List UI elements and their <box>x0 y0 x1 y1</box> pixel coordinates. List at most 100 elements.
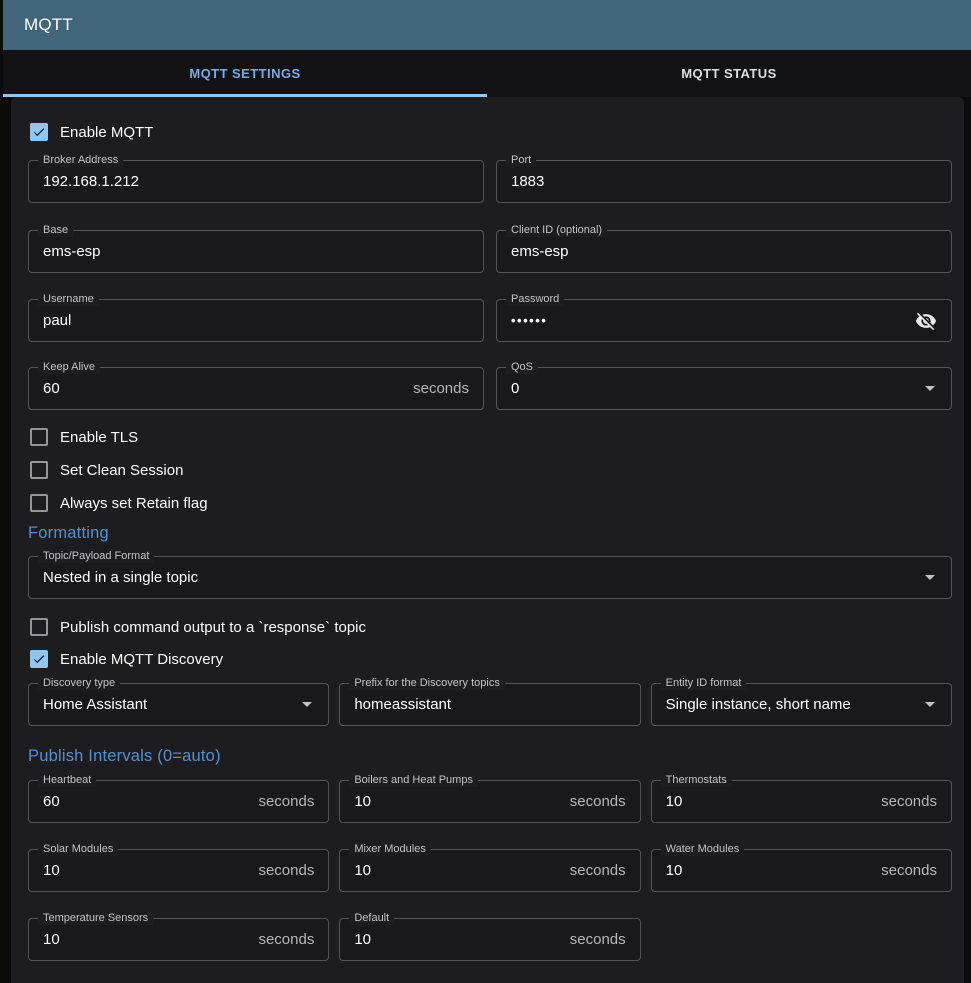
thermostats-field: Thermostats seconds <box>651 780 952 823</box>
retain-flag-label: Always set Retain flag <box>60 495 208 512</box>
tab-mqtt-status[interactable]: MQTT STATUS <box>487 50 971 97</box>
page-title: MQTT <box>24 15 73 35</box>
temperature-sensors-label: Temperature Sensors <box>38 912 153 925</box>
discovery-type-label: Discovery type <box>38 677 120 690</box>
tab-bar: MQTT SETTINGS MQTT STATUS <box>3 50 971 97</box>
mixer-modules-input[interactable] <box>354 862 559 879</box>
enable-mqtt-checkbox-row[interactable]: Enable MQTT <box>28 120 952 144</box>
default-interval-input[interactable] <box>354 931 559 948</box>
temperature-sensors-unit: seconds <box>258 931 314 948</box>
topic-format-select[interactable]: Topic/Payload Format Nested in a single … <box>28 556 952 599</box>
active-tab-indicator <box>3 94 487 97</box>
check-icon <box>32 124 46 140</box>
default-interval-label: Default <box>349 912 394 925</box>
enable-mqtt-label: Enable MQTT <box>60 124 153 141</box>
temperature-sensors-input[interactable] <box>43 931 248 948</box>
solar-modules-field: Solar Modules seconds <box>28 849 329 892</box>
port-field: Port <box>496 160 952 203</box>
qos-select[interactable]: QoS 0 <box>496 367 952 410</box>
thermostats-label: Thermostats <box>661 774 732 787</box>
base-field: Base <box>28 230 484 273</box>
visibility-off-icon <box>915 310 937 332</box>
base-label: Base <box>38 224 73 237</box>
temperature-sensors-field: Temperature Sensors seconds <box>28 918 329 961</box>
default-interval-unit: seconds <box>570 931 626 948</box>
boilers-input[interactable] <box>354 793 559 810</box>
qos-label: QoS <box>506 361 538 374</box>
username-field: Username <box>28 299 484 342</box>
broker-address-label: Broker Address <box>38 154 123 167</box>
heartbeat-input[interactable] <box>43 793 248 810</box>
enable-tls-label: Enable TLS <box>60 429 138 446</box>
discovery-prefix-input[interactable] <box>354 696 625 713</box>
boilers-unit: seconds <box>570 793 626 810</box>
entity-id-format-value: Single instance, short name <box>666 696 915 713</box>
clean-session-checkbox[interactable] <box>30 461 48 479</box>
client-id-input[interactable] <box>511 243 937 260</box>
client-id-label: Client ID (optional) <box>506 224 607 237</box>
boilers-label: Boilers and Heat Pumps <box>349 774 478 787</box>
enable-tls-checkbox[interactable] <box>30 428 48 446</box>
enable-discovery-checkbox[interactable] <box>30 650 48 668</box>
empty-grid-cell <box>651 918 952 961</box>
port-label: Port <box>506 154 536 167</box>
water-modules-label: Water Modules <box>661 843 745 856</box>
tab-mqtt-settings-label: MQTT SETTINGS <box>189 66 300 81</box>
keep-alive-label: Keep Alive <box>38 361 100 374</box>
heartbeat-field: Heartbeat seconds <box>28 780 329 823</box>
solar-modules-label: Solar Modules <box>38 843 118 856</box>
discovery-type-select[interactable]: Discovery type Home Assistant <box>28 683 329 726</box>
publish-response-label: Publish command output to a `response` t… <box>60 619 366 636</box>
tab-mqtt-status-label: MQTT STATUS <box>681 66 776 81</box>
water-modules-field: Water Modules seconds <box>651 849 952 892</box>
discovery-prefix-field: Prefix for the Discovery topics <box>339 683 640 726</box>
topic-format-label: Topic/Payload Format <box>38 550 154 563</box>
keep-alive-field: Keep Alive seconds <box>28 367 484 410</box>
broker-address-input[interactable] <box>43 173 469 190</box>
publish-intervals-heading: Publish Intervals (0=auto) <box>28 747 952 766</box>
discovery-prefix-label: Prefix for the Discovery topics <box>349 677 505 690</box>
mixer-modules-label: Mixer Modules <box>349 843 431 856</box>
qos-value: 0 <box>511 380 915 397</box>
app-chrome: MQTT MQTT SETTINGS MQTT STATUS <box>0 0 971 97</box>
keep-alive-input[interactable] <box>43 380 403 397</box>
username-label: Username <box>38 293 99 306</box>
app-bar: MQTT <box>3 0 971 50</box>
password-label: Password <box>506 293 564 306</box>
water-modules-unit: seconds <box>881 862 937 879</box>
tab-mqtt-settings[interactable]: MQTT SETTINGS <box>3 50 487 97</box>
clean-session-checkbox-row[interactable]: Set Clean Session <box>28 458 952 482</box>
client-id-field: Client ID (optional) <box>496 230 952 273</box>
formatting-heading: Formatting <box>28 524 952 543</box>
discovery-type-value: Home Assistant <box>43 696 292 713</box>
password-field: Password <box>496 299 952 342</box>
boilers-field: Boilers and Heat Pumps seconds <box>339 780 640 823</box>
retain-flag-checkbox[interactable] <box>30 494 48 512</box>
thermostats-input[interactable] <box>666 793 871 810</box>
keep-alive-unit: seconds <box>413 380 469 397</box>
enable-mqtt-checkbox[interactable] <box>30 123 48 141</box>
default-interval-field: Default seconds <box>339 918 640 961</box>
mqtt-settings-panel: Enable MQTT Broker Address Port Base Cli… <box>11 97 964 983</box>
dropdown-caret-icon <box>302 702 312 707</box>
topic-format-value: Nested in a single topic <box>43 569 915 586</box>
publish-response-checkbox[interactable] <box>30 618 48 636</box>
water-modules-input[interactable] <box>666 862 871 879</box>
thermostats-unit: seconds <box>881 793 937 810</box>
dropdown-caret-icon <box>925 386 935 391</box>
enable-discovery-checkbox-row[interactable]: Enable MQTT Discovery <box>28 647 952 671</box>
port-input[interactable] <box>511 173 937 190</box>
password-input[interactable] <box>511 313 901 328</box>
entity-id-format-select[interactable]: Entity ID format Single instance, short … <box>651 683 952 726</box>
enable-tls-checkbox-row[interactable]: Enable TLS <box>28 425 952 449</box>
heartbeat-unit: seconds <box>258 793 314 810</box>
publish-response-checkbox-row[interactable]: Publish command output to a `response` t… <box>28 615 952 639</box>
toggle-password-visibility-button[interactable] <box>911 306 941 336</box>
base-input[interactable] <box>43 243 469 260</box>
username-input[interactable] <box>43 312 469 329</box>
mixer-modules-field: Mixer Modules seconds <box>339 849 640 892</box>
broker-address-field: Broker Address <box>28 160 484 203</box>
clean-session-label: Set Clean Session <box>60 462 183 479</box>
retain-flag-checkbox-row[interactable]: Always set Retain flag <box>28 491 952 515</box>
solar-modules-input[interactable] <box>43 862 248 879</box>
